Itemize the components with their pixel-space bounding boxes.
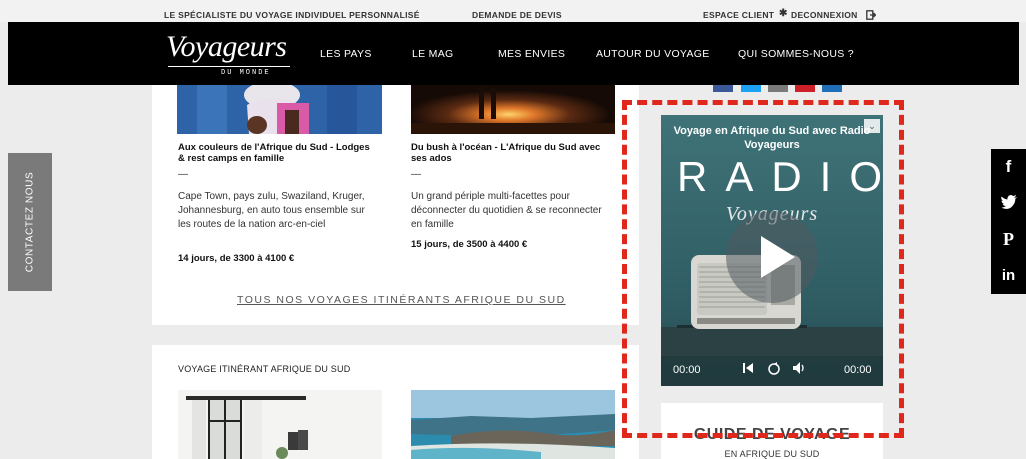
guide-subtitle: EN AFRIQUE DU SUD	[724, 449, 820, 459]
trip-image-coast[interactable]	[411, 390, 615, 459]
replay-icon[interactable]	[767, 362, 781, 379]
client-space-link[interactable]: ESPACE CLIENT	[703, 10, 774, 20]
radio-wordmark: RADIO	[677, 153, 883, 200]
linkedin-icon[interactable]: in	[991, 267, 1026, 284]
share-linkedin-button[interactable]	[822, 85, 842, 92]
radio-player: Voyage en Afrique du Sud avec Radio Voya…	[661, 115, 883, 386]
quote-request-link[interactable]: DEMANDE DE DEVIS	[472, 10, 562, 20]
trip-description-1: Cape Town, pays zulu, Swaziland, Kruger,…	[178, 191, 365, 230]
site-logo[interactable]: Voyageurs DU MONDE	[166, 30, 290, 77]
contact-tab[interactable]: CONTACTEZ NOUS	[8, 153, 52, 291]
time-elapsed: 00:00	[673, 364, 701, 376]
share-pinterest-button[interactable]	[795, 85, 815, 92]
social-bar: f P in	[991, 149, 1026, 294]
logo-text: Voyageurs	[166, 30, 287, 63]
trip-title-2[interactable]: Du bush à l'océan - L'Afrique du Sud ave…	[411, 142, 611, 164]
trip-dash-1: —	[178, 169, 188, 180]
nav-les-pays[interactable]: LES PAYS	[320, 48, 372, 60]
facebook-icon[interactable]: f	[991, 157, 1026, 177]
trip-description-2: Un grand périple multi-facettes pour déc…	[411, 191, 602, 230]
trip-price-1: 14 jours, de 3300 à 4100 €	[178, 253, 295, 264]
share-email-button[interactable]	[768, 85, 788, 92]
nav-le-mag[interactable]: LE MAG	[412, 48, 453, 60]
share-twitter-button[interactable]	[741, 85, 761, 92]
nav-autour-du-voyage[interactable]: AUTOUR DU VOYAGE	[596, 48, 710, 60]
trip-price-2: 15 jours, de 3500 à 4400 €	[411, 239, 528, 250]
logo-subtitle: DU MONDE	[221, 69, 271, 77]
trip-title-1[interactable]: Aux couleurs de l'Afrique du Sud - Lodge…	[178, 142, 378, 164]
separator-asterisk: ✱	[779, 8, 788, 19]
player-controls: 00:00 00:00	[661, 356, 883, 386]
trip-image-campfire[interactable]	[411, 85, 615, 134]
skip-back-icon[interactable]	[743, 362, 753, 377]
trip-image-room[interactable]	[178, 390, 382, 459]
volume-icon[interactable]	[793, 362, 807, 377]
chevron-down-icon[interactable]: ⌄	[864, 119, 880, 133]
time-total: 00:00	[844, 364, 872, 376]
share-facebook-button[interactable]	[713, 85, 733, 92]
trip-image-family[interactable]	[177, 85, 382, 134]
play-icon	[761, 236, 795, 278]
radio-title: Voyage en Afrique du Sud avec Radio Voya…	[673, 125, 871, 151]
nav-mes-envies[interactable]: MES ENVIES	[498, 48, 565, 60]
top-utility-bar: LE SPÉCIALISTE DU VOYAGE INDIVIDUEL PERS…	[0, 0, 1026, 22]
twitter-icon[interactable]	[991, 195, 1026, 214]
pinterest-icon[interactable]: P	[991, 229, 1026, 250]
section-title: VOYAGE ITINÉRANT AFRIQUE DU SUD	[178, 364, 351, 374]
play-button[interactable]	[726, 211, 818, 303]
tagline: LE SPÉCIALISTE DU VOYAGE INDIVIDUEL PERS…	[164, 10, 420, 20]
travel-guide-box[interactable]: GUIDE DE VOYAGE EN AFRIQUE DU SUD	[661, 403, 883, 459]
logo-rule	[168, 66, 290, 67]
nav-qui-sommes-nous[interactable]: QUI SOMMES-NOUS ?	[738, 48, 854, 60]
guide-title: GUIDE DE VOYAGE	[693, 426, 851, 443]
all-trips-link[interactable]: TOUS NOS VOYAGES ITINÉRANTS AFRIQUE DU S…	[237, 294, 566, 306]
contact-label: CONTACTEZ NOUS	[24, 171, 36, 273]
logout-link[interactable]: DECONNEXION	[791, 10, 858, 20]
logout-icon[interactable]	[866, 10, 877, 22]
trip-dash-2: —	[411, 169, 421, 180]
